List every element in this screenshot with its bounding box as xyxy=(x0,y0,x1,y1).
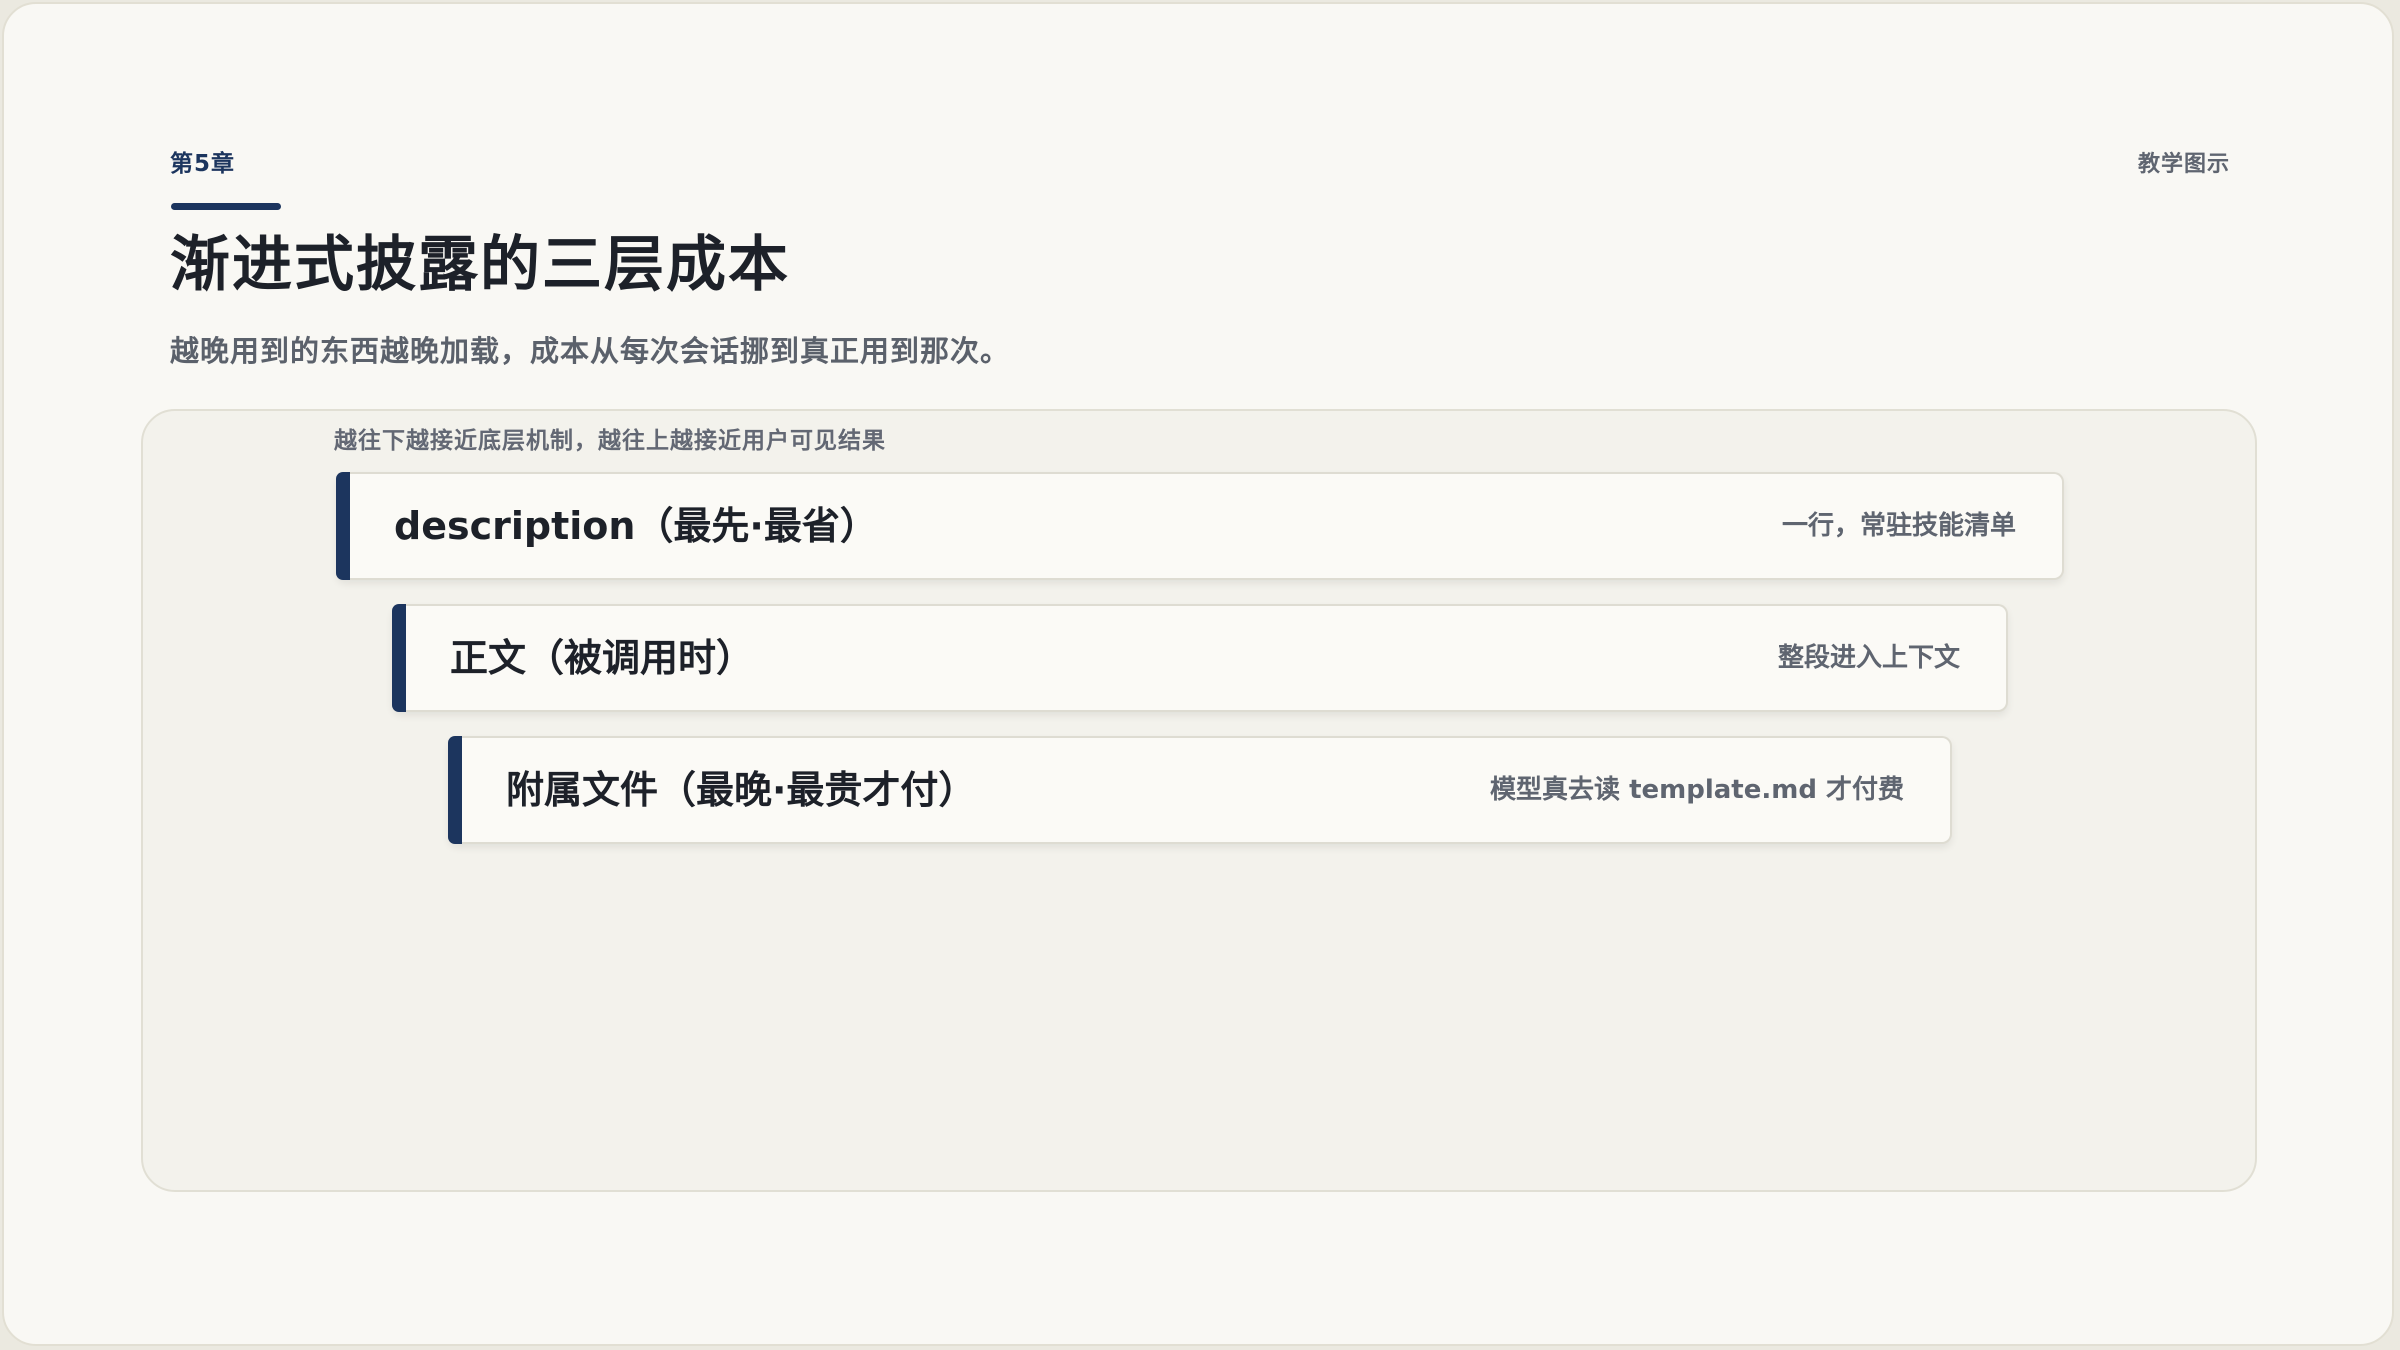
figure-tag: 教学图示 xyxy=(2137,152,2230,177)
layer-accent-bar xyxy=(392,604,406,712)
axis-note: 越往下越接近底层机制，越往上越接近用户可见结果 xyxy=(334,428,886,454)
layer-note: 整段进入上下文 xyxy=(1777,643,1960,673)
chapter-label: 第5章 xyxy=(170,151,236,177)
layer-description: description（最先·最省） 一行，常驻技能清单 xyxy=(336,472,2064,580)
page-title: 渐进式披露的三层成本 xyxy=(170,230,790,300)
layer-body: 正文（被调用时） 整段进入上下文 xyxy=(392,604,2008,712)
layer-accent-bar xyxy=(448,736,462,844)
layer-label: 正文（被调用时） xyxy=(450,636,755,680)
page-subtitle: 越晚用到的东西越晚加载，成本从每次会话挪到真正用到那次。 xyxy=(170,334,1011,368)
layer-note: 模型真去读 template.md 才付费 xyxy=(1490,775,1904,805)
layer-accent-bar xyxy=(336,472,350,580)
layer-note: 一行，常驻技能清单 xyxy=(1781,511,2016,541)
layer-label: description（最先·最省） xyxy=(394,504,878,548)
layer-attachments: 附属文件（最晚·最贵才付） 模型真去读 template.md 才付费 xyxy=(448,736,1952,844)
title-accent-line xyxy=(171,203,281,210)
layer-label: 附属文件（最晚·最贵才付） xyxy=(506,768,977,812)
